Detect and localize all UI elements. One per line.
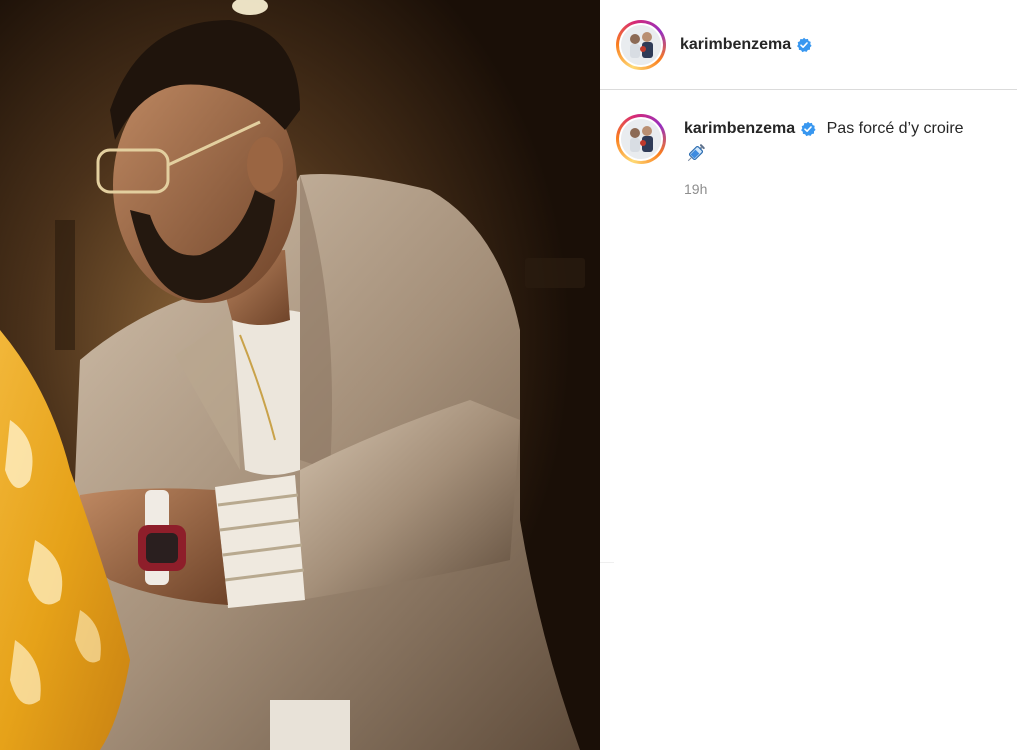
caption-text: Pas forcé d’y croire <box>826 120 964 137</box>
caption-body: karimbenzema Pas forcé d’y croire 19h <box>684 118 1001 197</box>
caption-line: karimbenzema Pas forcé d’y croire <box>684 118 1001 140</box>
caption-comment: karimbenzema Pas forcé d’y croire 19h <box>600 90 1017 197</box>
profile-photo-icon <box>621 119 661 159</box>
caption-author-avatar[interactable] <box>616 114 666 164</box>
post-photo[interactable] <box>0 0 600 750</box>
post-side-panel: karimbenzema karimbenzema Pas forcé d’y … <box>600 0 1017 750</box>
verified-badge-icon <box>801 121 816 137</box>
instagram-post: karimbenzema karimbenzema Pas forcé d’y … <box>0 0 1017 750</box>
post-photo-illustration <box>0 0 600 750</box>
caption-username-text[interactable]: karimbenzema <box>684 118 795 140</box>
post-header: karimbenzema <box>600 0 1017 90</box>
author-username[interactable]: karimbenzema <box>680 36 812 54</box>
verified-badge-icon <box>797 37 812 52</box>
syringe-emoji <box>687 144 705 162</box>
post-timestamp[interactable]: 19h <box>684 181 1001 197</box>
profile-photo-icon <box>621 24 661 65</box>
author-username-text[interactable]: karimbenzema <box>680 36 791 54</box>
divider <box>600 562 614 563</box>
author-avatar[interactable] <box>616 19 666 70</box>
caption-username[interactable]: karimbenzema <box>684 118 816 140</box>
